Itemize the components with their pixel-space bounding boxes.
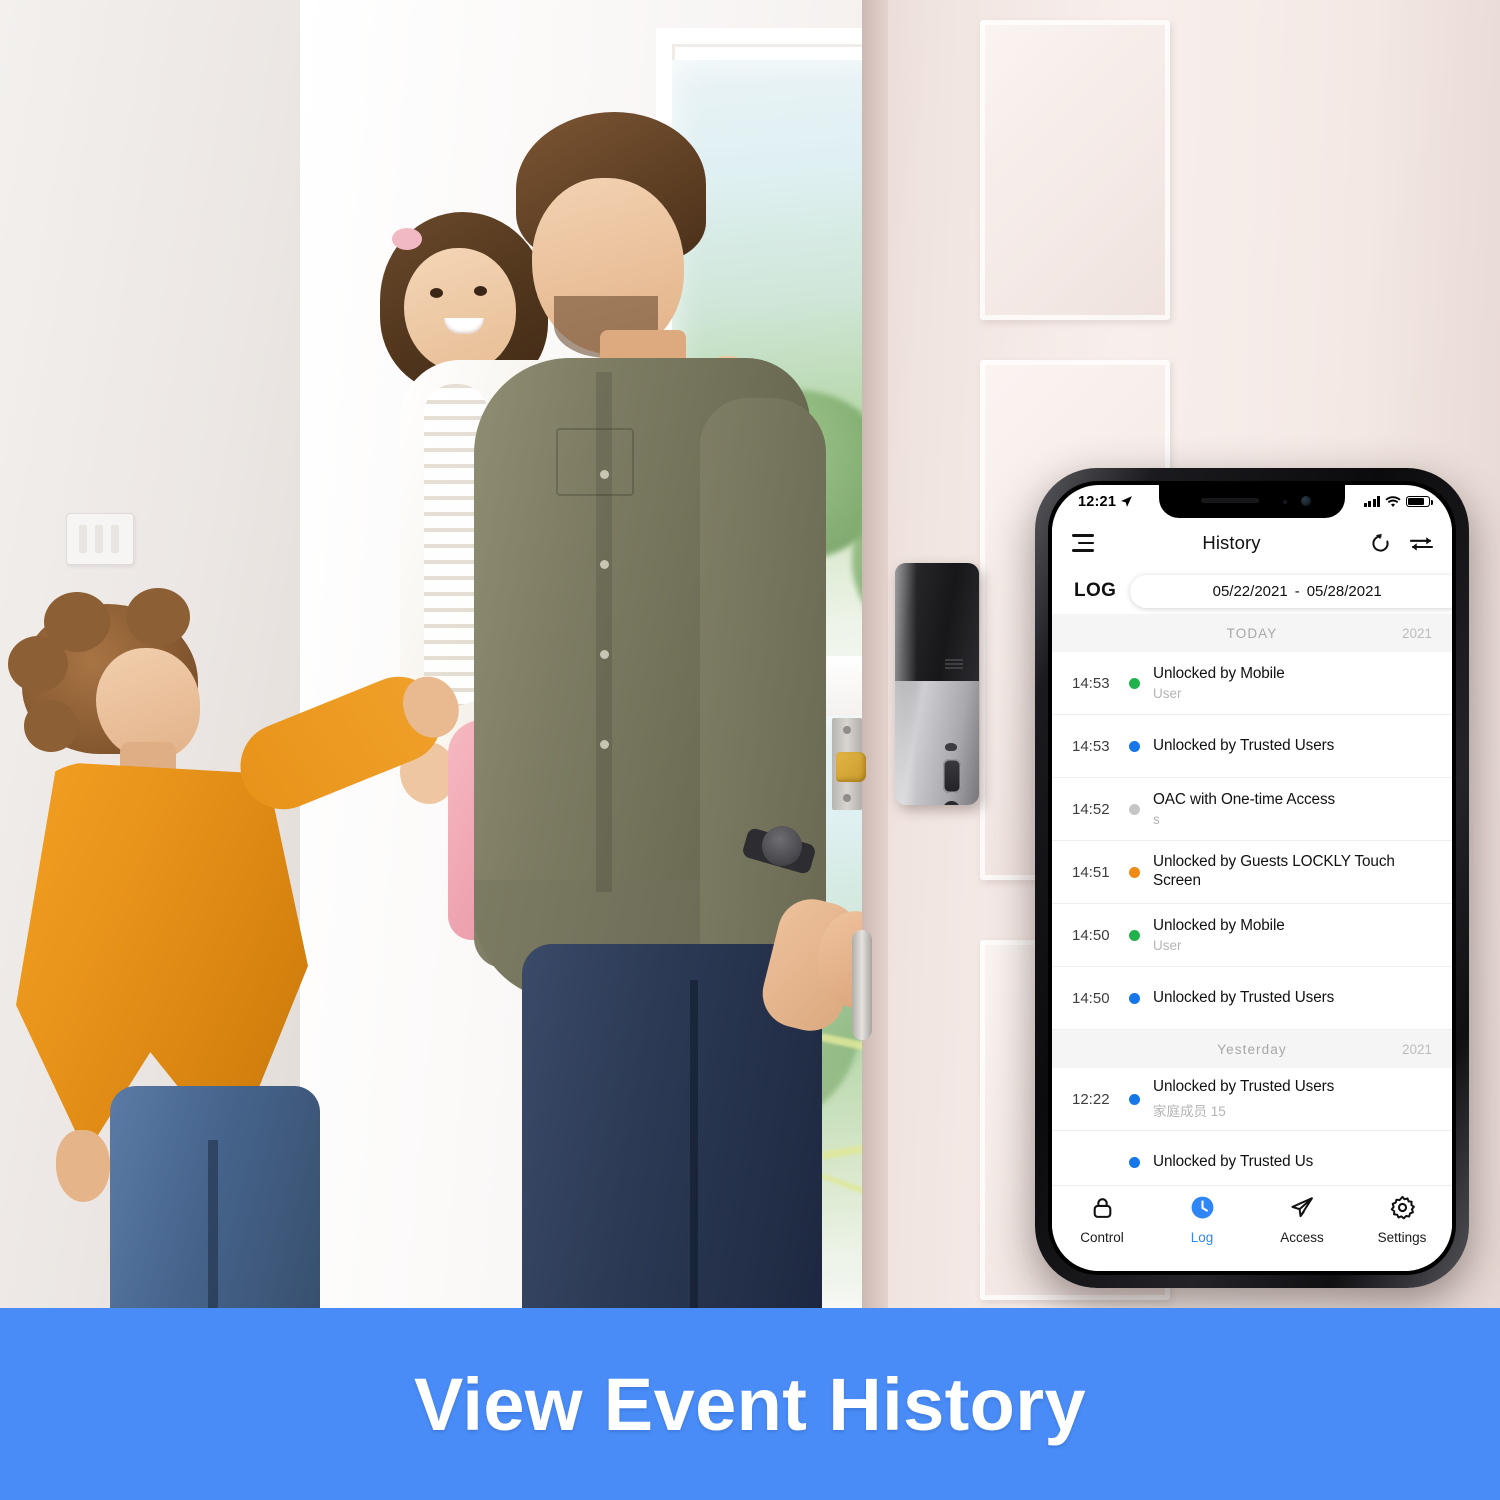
log-row-title: Unlocked by Guests LOCKLY Touch Screen <box>1153 853 1395 889</box>
log-section-year: 2021 <box>1401 1041 1432 1057</box>
log-row-time: 12:22 <box>1072 1090 1110 1108</box>
paper-plane-icon <box>1289 1195 1315 1225</box>
log-section-year: 2021 <box>1401 625 1432 641</box>
location-arrow-icon <box>1121 496 1133 507</box>
log-row-subtitle: User <box>1153 686 1182 702</box>
banner-headline: View Event History <box>413 1362 1087 1446</box>
latch-bolt <box>836 752 866 782</box>
log-section-title: Yesterday <box>1217 1041 1287 1057</box>
door-panel <box>980 20 1170 320</box>
bottom-tab-bar: Control Log Access Settings <box>1052 1185 1452 1271</box>
log-row-time: 14:53 <box>1072 674 1110 692</box>
phone-bezel: 12:21 History LOG 05/22/2021 - 05/28/202… <box>1048 481 1456 1275</box>
event-log-list[interactable]: TODAY 2021 14:53 Unlocked by Mobile User 14:5… <box>1052 614 1452 1194</box>
log-row-status-dot <box>1129 866 1140 878</box>
log-row-title: Unlocked by Trusted Users <box>1153 988 1335 1006</box>
date-range-start: 05/22/2021 <box>1212 582 1288 600</box>
log-row-title: Unlocked by Mobile <box>1153 916 1285 934</box>
phone-screen: 12:21 History LOG 05/22/2021 - 05/28/202… <box>1052 485 1452 1271</box>
log-row-text: OAC with One-time Access s <box>1153 791 1436 828</box>
log-row-time: 14:50 <box>1072 989 1110 1007</box>
date-range-end: 05/28/2021 <box>1306 582 1382 600</box>
log-row-subtitle: 家庭成员 15 <box>1153 1103 1226 1119</box>
cellular-signal-icon <box>1363 496 1380 507</box>
refresh-icon[interactable] <box>1369 532 1392 555</box>
log-row-title: Unlocked by Mobile <box>1153 664 1285 682</box>
log-row[interactable]: 14:50 Unlocked by Trusted Users <box>1052 967 1452 1030</box>
log-row[interactable]: 14:53 Unlocked by Trusted Users <box>1052 715 1452 778</box>
screenshot-stage: 12:21 History LOG 05/22/2021 - 05/28/202… <box>0 0 1500 1500</box>
log-row-text: Unlocked by Trusted Users <box>1153 989 1436 1008</box>
log-row-status-dot <box>1129 929 1140 941</box>
status-bar-time-group: 12:21 <box>1078 494 1133 510</box>
smartphone-mockup: 12:21 History LOG 05/22/2021 - 05/28/202… <box>1035 468 1469 1288</box>
log-row[interactable]: 14:50 Unlocked by Mobile User <box>1052 904 1452 967</box>
log-row-time: 14:53 <box>1072 737 1110 755</box>
log-section-header: TODAY 2021 <box>1052 614 1452 652</box>
log-row-subtitle: s <box>1153 812 1160 828</box>
lock-icon <box>1090 1195 1115 1225</box>
log-row-time: 14:51 <box>1072 863 1110 881</box>
hamburger-menu-icon[interactable] <box>1070 534 1094 552</box>
status-bar-time: 12:21 <box>1078 493 1117 510</box>
date-range-separator: - <box>1294 582 1300 600</box>
status-bar-indicators <box>1363 495 1433 508</box>
log-row-status-dot <box>1129 1156 1140 1168</box>
log-row-status-dot <box>1129 992 1140 1004</box>
smart-lock-device <box>895 563 979 805</box>
tab-label: Access <box>1280 1230 1324 1245</box>
tab-label: Settings <box>1377 1230 1427 1245</box>
gear-icon <box>1390 1195 1415 1225</box>
log-row-text: Unlocked by Trusted Users <box>1153 737 1436 756</box>
log-row-title: Unlocked by Trusted Us <box>1153 1152 1314 1170</box>
tab-settings[interactable]: Settings <box>1352 1195 1452 1245</box>
log-row-text: Unlocked by Guests LOCKLY Touch Screen <box>1153 853 1436 890</box>
log-row[interactable]: 14:51 Unlocked by Guests LOCKLY Touch Scr… <box>1052 841 1452 904</box>
tab-access[interactable]: Access <box>1252 1195 1352 1245</box>
log-row-title: Unlocked by Trusted Users <box>1153 1078 1335 1096</box>
date-range-picker[interactable]: 05/22/2021 - 05/28/2021 <box>1130 574 1452 608</box>
battery-icon <box>1406 495 1433 508</box>
log-row-title: Unlocked by Trusted Users <box>1153 736 1335 754</box>
log-row-text: Unlocked by Trusted Us <box>1153 1153 1436 1172</box>
log-row[interactable]: 14:52 OAC with One-time Access s <box>1052 778 1452 841</box>
log-section-header: Yesterday 2021 <box>1052 1030 1452 1068</box>
door-handle <box>852 930 872 1040</box>
transfer-swap-icon[interactable] <box>1409 532 1434 555</box>
clock-icon <box>1190 1195 1215 1225</box>
light-switch-plate <box>66 513 134 565</box>
log-row-status-dot <box>1129 740 1140 752</box>
log-toolbar: LOG 05/22/2021 - 05/28/2021 <box>1052 568 1452 614</box>
log-row-text: Unlocked by Mobile User <box>1153 917 1436 954</box>
log-label: LOG <box>1074 580 1117 601</box>
tab-label: Log <box>1190 1230 1214 1245</box>
log-row[interactable]: 14:53 Unlocked by Mobile User <box>1052 652 1452 715</box>
log-row-status-dot <box>1129 1093 1140 1105</box>
log-row-status-dot <box>1129 803 1140 815</box>
wifi-icon <box>1385 495 1401 507</box>
log-row[interactable]: 12:22 Unlocked by Trusted Users 家庭成员 15 <box>1052 1068 1452 1131</box>
header-actions <box>1369 532 1434 555</box>
log-row-subtitle: User <box>1153 938 1182 954</box>
log-row-text: Unlocked by Trusted Users 家庭成员 15 <box>1153 1078 1436 1120</box>
status-bar: 12:21 <box>1052 485 1452 518</box>
log-row-time: 14:52 <box>1072 800 1110 818</box>
page-title: History <box>1202 532 1261 553</box>
promo-banner: View Event History <box>0 1308 1500 1500</box>
app-header: History <box>1052 518 1452 568</box>
log-row-status-dot <box>1129 677 1140 689</box>
log-section-title: TODAY <box>1226 625 1278 641</box>
log-row-time: 14:50 <box>1072 926 1110 944</box>
log-row-title: OAC with One-time Access <box>1153 790 1336 808</box>
tab-log[interactable]: Log <box>1152 1195 1252 1245</box>
log-row-text: Unlocked by Mobile User <box>1153 665 1436 702</box>
tab-control[interactable]: Control <box>1052 1195 1152 1245</box>
tab-label: Control <box>1080 1230 1124 1245</box>
